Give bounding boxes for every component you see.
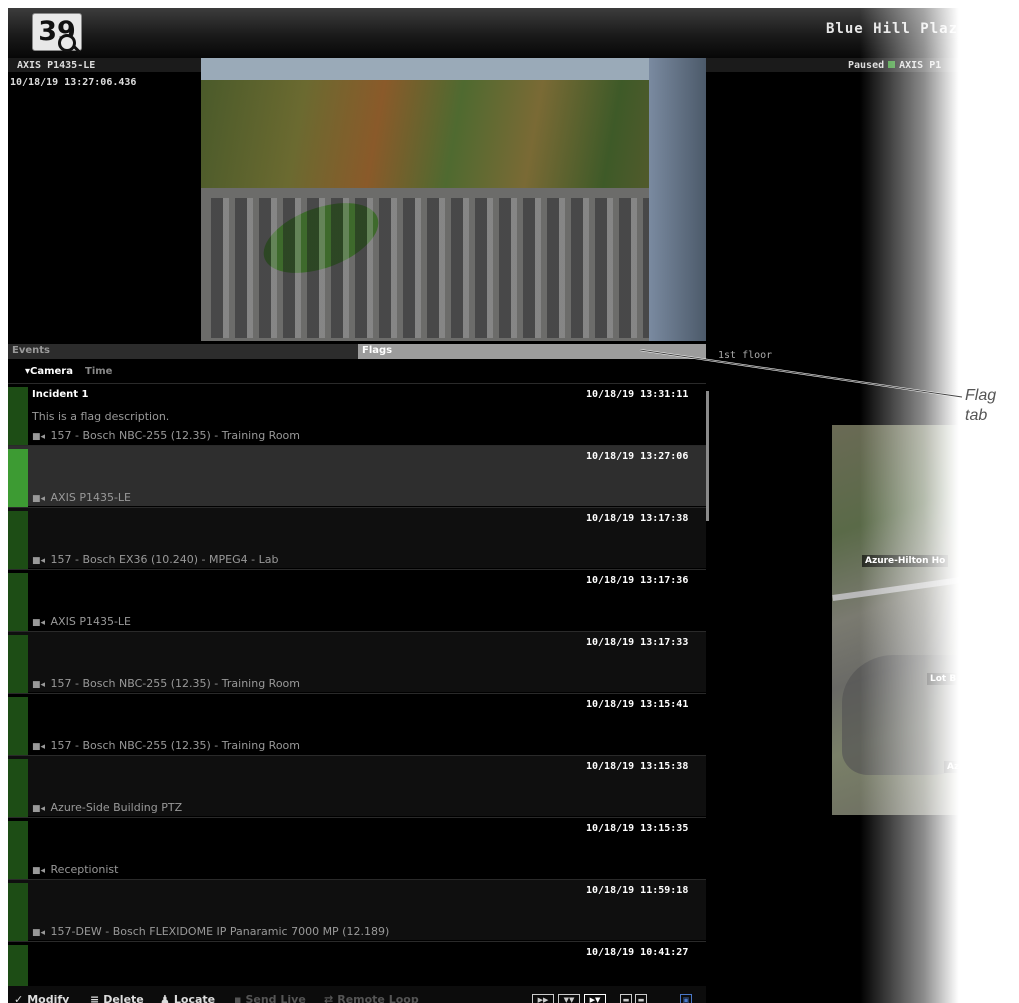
- callout-annotation: Flag tab: [965, 386, 996, 426]
- callout-line1: Flag: [965, 387, 997, 404]
- callout-line: [639, 349, 963, 398]
- callout-line2: tab: [965, 407, 988, 424]
